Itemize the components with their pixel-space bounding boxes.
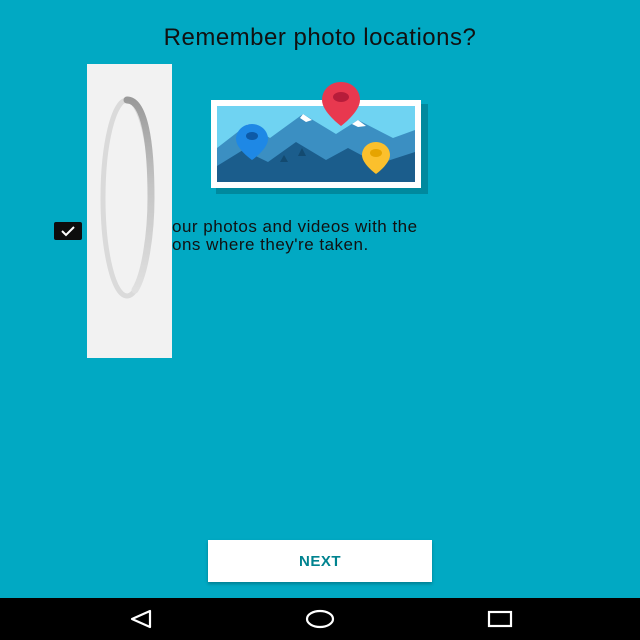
description-text: our photos and videos with the ons where… bbox=[172, 218, 592, 254]
description-line-2: ons where they're taken. bbox=[172, 235, 369, 254]
recents-square-icon bbox=[487, 610, 513, 628]
loading-spinner-icon bbox=[100, 96, 155, 299]
location-checkbox[interactable] bbox=[54, 222, 82, 240]
check-icon bbox=[61, 226, 75, 237]
back-triangle-icon bbox=[130, 609, 152, 629]
location-permission-screen: Remember photo locations? our photos and… bbox=[0, 0, 640, 640]
loading-overlay bbox=[87, 64, 172, 358]
home-circle-icon bbox=[305, 609, 335, 629]
description-line-1: our photos and videos with the bbox=[172, 217, 418, 236]
recents-button[interactable] bbox=[470, 598, 530, 640]
page-title: Remember photo locations? bbox=[163, 24, 477, 51]
next-button[interactable]: NEXT bbox=[208, 540, 432, 582]
home-button[interactable] bbox=[290, 598, 350, 640]
back-button[interactable] bbox=[111, 598, 171, 640]
system-navigation-bar bbox=[0, 598, 640, 640]
photo-map-pins-icon bbox=[211, 82, 428, 194]
